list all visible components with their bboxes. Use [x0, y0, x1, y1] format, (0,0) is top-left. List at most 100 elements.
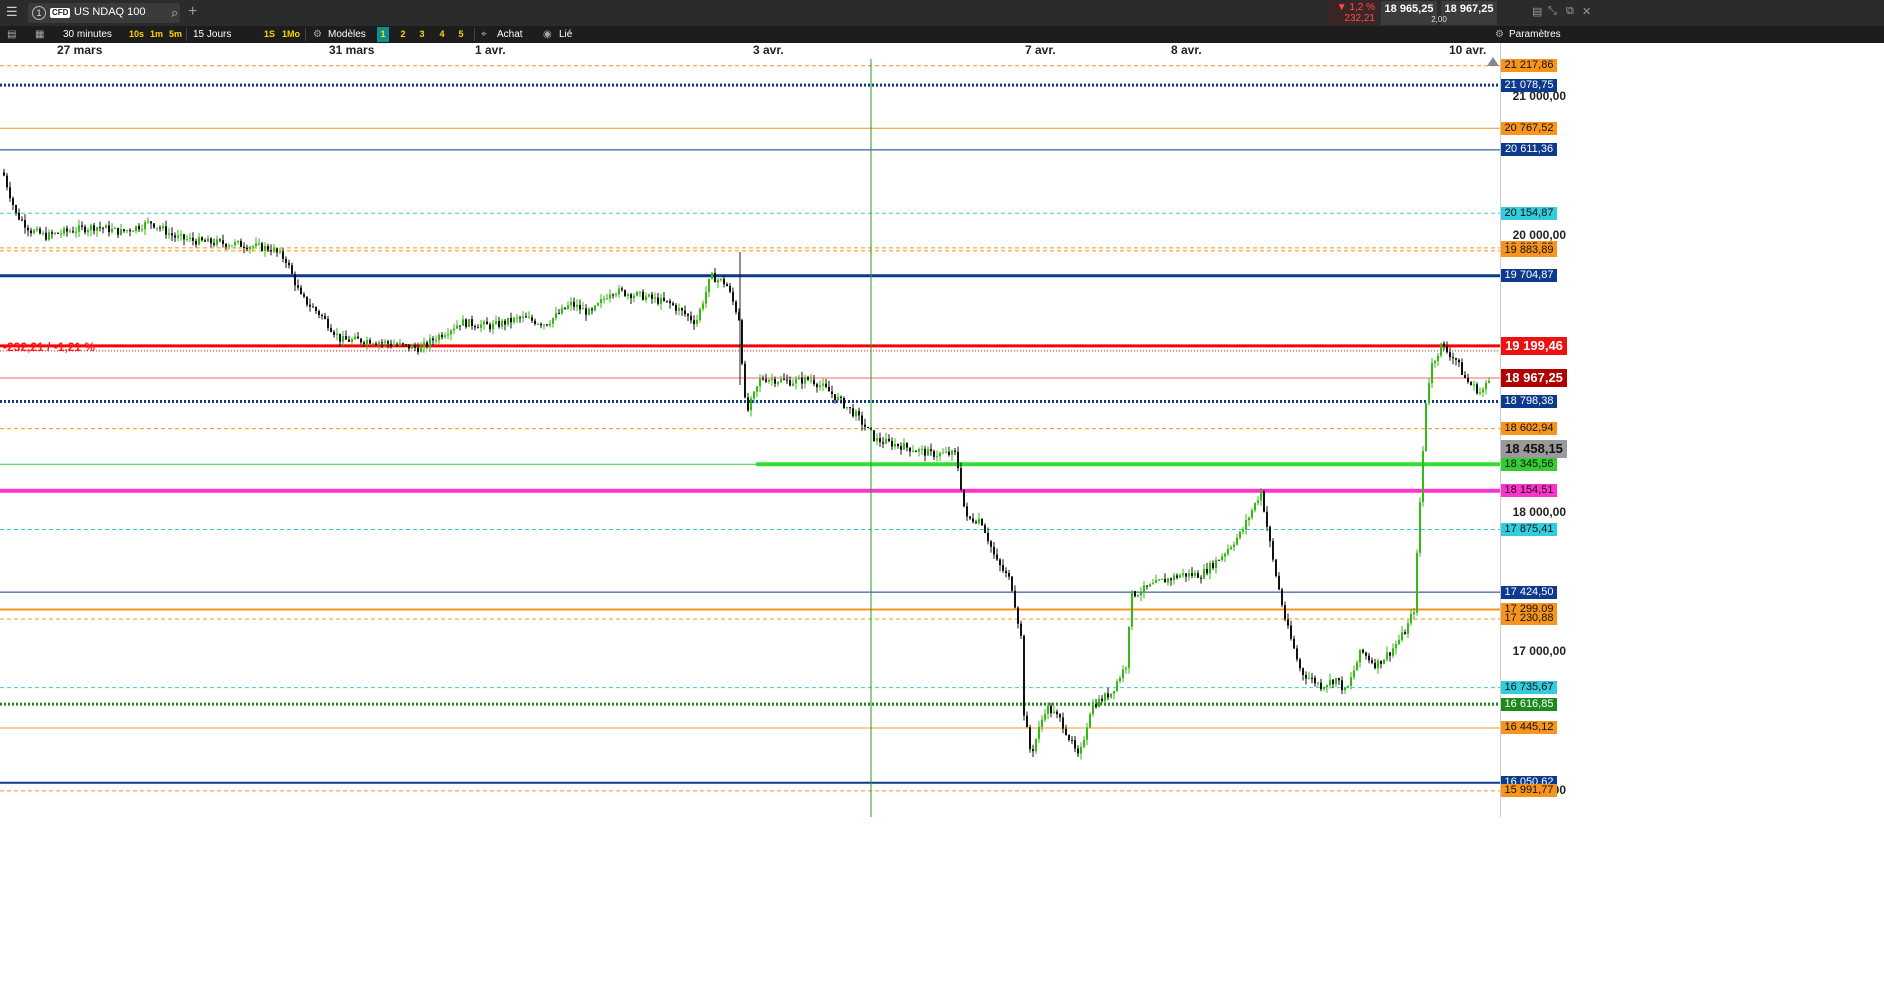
- home-icon[interactable]: [1487, 57, 1499, 66]
- candle-body: [1338, 678, 1340, 681]
- settings-button[interactable]: Paramètres: [1506, 27, 1564, 42]
- candle-body: [783, 379, 785, 381]
- instrument-selector[interactable]: 1 CFD US NDAQ 100 ⌕: [28, 3, 180, 23]
- candle-body: [927, 449, 929, 456]
- candle-body: [507, 317, 509, 325]
- candle-body: [1176, 575, 1178, 578]
- templates-icon[interactable]: ⚙: [310, 27, 325, 42]
- reference-price-tag[interactable]: 19 199,46: [1501, 336, 1567, 355]
- level-tag[interactable]: 17 424,50: [1501, 585, 1557, 599]
- candle-body: [1272, 541, 1274, 560]
- interval-5m-button[interactable]: 5m: [166, 27, 185, 42]
- add-tab-icon[interactable]: +: [188, 3, 197, 21]
- candle-body: [168, 233, 170, 235]
- price-chart-canvas[interactable]: [0, 59, 1500, 817]
- chart-toolbar: ▤ ▦ 30 minutes 10s 1m 5m 15 Jours 1S 1Mo…: [0, 26, 1884, 43]
- templates-button[interactable]: Modèles: [325, 27, 369, 42]
- search-icon[interactable]: ⌕: [171, 5, 178, 21]
- cursor-price-tag[interactable]: 18 458,15: [1501, 439, 1567, 458]
- candle-body: [1458, 359, 1460, 363]
- interval-10s-button[interactable]: 10s: [126, 27, 147, 42]
- candle-body: [135, 226, 137, 232]
- current-price-tag[interactable]: 18 967,25: [1501, 369, 1567, 388]
- candle-body: [585, 308, 587, 315]
- candle-body: [108, 225, 110, 233]
- menu-icon[interactable]: ☰: [6, 5, 20, 19]
- candle-body: [711, 272, 713, 279]
- collapse-icon[interactable]: ⤡: [1548, 5, 1557, 18]
- candle-body: [1284, 605, 1286, 620]
- candle-body: [1008, 573, 1010, 577]
- interval-select[interactable]: 30 minutes: [60, 27, 115, 42]
- candle-body: [618, 288, 620, 295]
- candle-body: [1257, 500, 1259, 503]
- candle-body: [606, 298, 608, 300]
- candle-body: [1455, 358, 1457, 360]
- price-chart[interactable]: -232,21 / -1,21 %: [0, 59, 1500, 817]
- candle-body: [1191, 573, 1193, 576]
- template-3-button[interactable]: 3: [416, 27, 428, 42]
- level-tag[interactable]: 18 154,51: [1501, 484, 1557, 498]
- layout-grid-icon[interactable]: ▦: [32, 27, 47, 42]
- interval-1m-button[interactable]: 1m: [147, 27, 166, 42]
- candle-body: [1479, 392, 1481, 394]
- candle-body: [696, 319, 698, 325]
- link-button[interactable]: Lié: [556, 27, 575, 42]
- candle-body: [390, 343, 392, 346]
- template-4-button[interactable]: 4: [436, 27, 448, 42]
- candle-body: [129, 230, 131, 232]
- level-tag[interactable]: 16 616,85: [1501, 697, 1557, 711]
- candle-body: [1413, 612, 1415, 615]
- candle-body: [72, 231, 74, 233]
- candle-body: [309, 304, 311, 307]
- candle-body: [990, 541, 992, 547]
- candle-body: [1092, 704, 1094, 715]
- level-tag[interactable]: 21 078,75: [1501, 78, 1557, 92]
- level-tag[interactable]: 18 602,94: [1501, 422, 1557, 436]
- candle-body: [27, 227, 29, 231]
- candle-body: [789, 380, 791, 386]
- period-1mo-button[interactable]: 1Mo: [279, 27, 303, 42]
- candle-body: [648, 294, 650, 297]
- candle-body: [195, 240, 197, 245]
- period-1s-button[interactable]: 1S: [261, 27, 278, 42]
- template-1-button[interactable]: 1: [377, 27, 389, 42]
- template-2-button[interactable]: 2: [397, 27, 409, 42]
- level-tag[interactable]: 19 704,87: [1501, 269, 1557, 283]
- buy-button[interactable]: Achat: [494, 27, 526, 42]
- candle-body: [66, 228, 68, 232]
- level-tag[interactable]: 17 230,88: [1501, 612, 1557, 626]
- settings-gear-icon[interactable]: ⚙: [1492, 27, 1507, 42]
- candle-body: [75, 231, 77, 233]
- close-icon[interactable]: ✕: [1582, 5, 1591, 18]
- candle-body: [1026, 715, 1028, 728]
- template-5-button[interactable]: 5: [455, 27, 467, 42]
- level-tag[interactable]: 20 767,52: [1501, 121, 1557, 135]
- candle-body: [1266, 511, 1268, 527]
- level-tag[interactable]: 21 217,86: [1501, 59, 1557, 73]
- candle-body: [570, 301, 572, 306]
- panel-layout-icon[interactable]: ▤: [1532, 5, 1542, 18]
- level-tag[interactable]: 20 611,36: [1501, 143, 1557, 157]
- level-tag[interactable]: 17 875,41: [1501, 523, 1557, 537]
- level-tag[interactable]: 20 154,87: [1501, 206, 1557, 220]
- candle-body: [1425, 403, 1427, 451]
- candle-body: [444, 335, 446, 338]
- candle-body: [843, 397, 845, 409]
- level-tag[interactable]: 15 991,77: [1501, 784, 1557, 798]
- level-tag[interactable]: 19 883,89: [1501, 244, 1557, 258]
- chart-list-icon[interactable]: ▤: [4, 27, 19, 42]
- candle-body: [1059, 714, 1061, 718]
- level-tag[interactable]: 16 735,67: [1501, 681, 1557, 695]
- level-tag[interactable]: 18 345,56: [1501, 457, 1557, 471]
- candle-body: [1140, 592, 1142, 596]
- popout-icon[interactable]: ⧉: [1566, 5, 1574, 18]
- candle-body: [837, 396, 839, 401]
- level-tag[interactable]: 18 798,38: [1501, 394, 1557, 408]
- period-select[interactable]: 15 Jours: [190, 27, 234, 42]
- level-tag[interactable]: 16 445,12: [1501, 721, 1557, 735]
- candle-body: [1095, 704, 1097, 708]
- candle-body: [384, 341, 386, 343]
- candle-body: [453, 328, 455, 331]
- candle-body: [318, 311, 320, 316]
